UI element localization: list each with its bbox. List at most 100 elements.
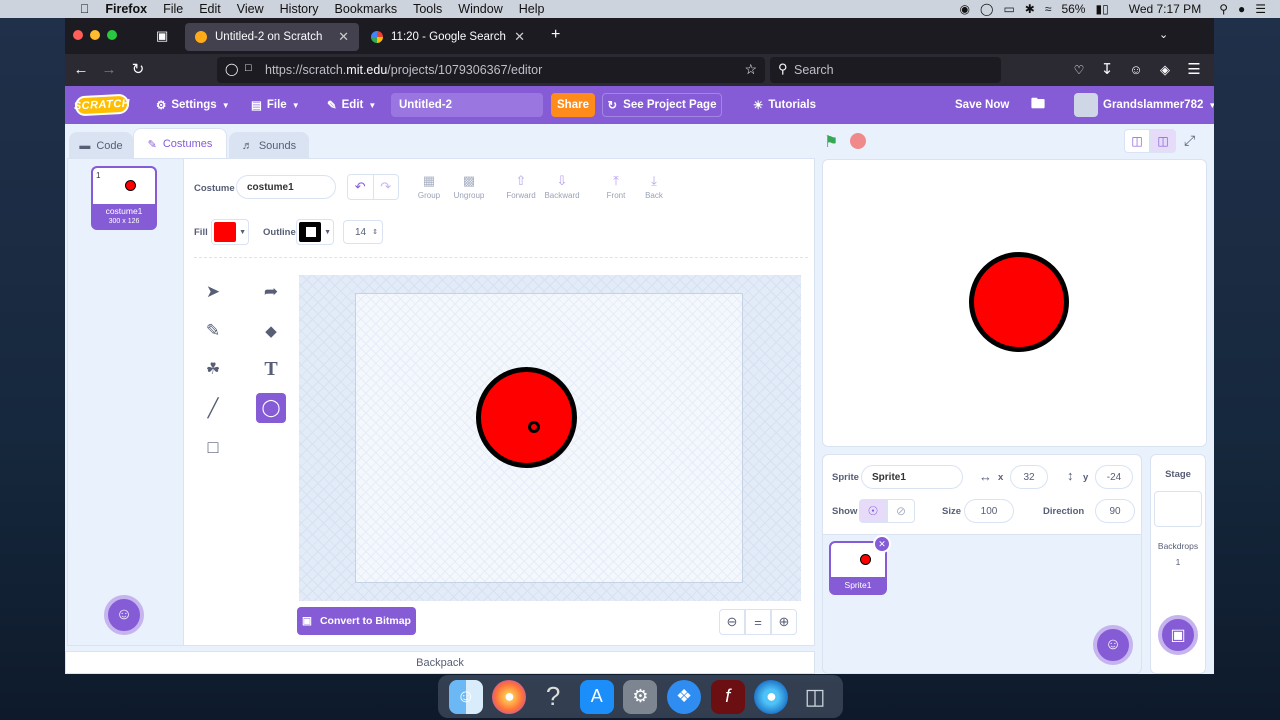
help-icon[interactable]: ?	[536, 680, 570, 714]
tab-code[interactable]: ▬ Code	[69, 132, 133, 158]
zoom-reset-button[interactable]: =	[745, 609, 771, 635]
edge-icon[interactable]: ●	[754, 679, 789, 714]
menu-history[interactable]: History	[272, 2, 327, 16]
outline-width-stepper[interactable]: 14 ⇕	[343, 220, 383, 244]
extensions-icon[interactable]: ◈	[1155, 60, 1175, 80]
small-stage-button[interactable]: ◫	[1124, 129, 1150, 153]
menu-edit[interactable]: Edit	[191, 2, 229, 16]
account-icon[interactable]: ☺	[1126, 60, 1146, 80]
clock[interactable]: Wed 7:17 PM	[1129, 2, 1201, 16]
reshape-tool[interactable]: ➦	[256, 277, 286, 307]
downloads-icon[interactable]: ↧	[1097, 60, 1117, 80]
project-title-input[interactable]: Untitled-2	[391, 93, 543, 117]
red-circle-shape[interactable]	[476, 367, 577, 468]
circle-tool[interactable]: ◯	[256, 393, 286, 423]
stop-sign-icon[interactable]	[850, 133, 866, 149]
line-tool[interactable]: ╱	[198, 393, 228, 423]
forward-button[interactable]: →	[99, 60, 119, 80]
share-button[interactable]: Share	[551, 93, 595, 117]
backward-button[interactable]: ⇩ Backward	[542, 173, 582, 200]
app-menu-icon[interactable]: ☰	[1184, 60, 1204, 80]
outline-color-picker[interactable]: ▼	[296, 219, 334, 245]
show-visible-button[interactable]: ☉	[859, 499, 887, 523]
lock-icon[interactable]: □	[245, 62, 252, 74]
app-menu[interactable]: Firefox	[97, 2, 155, 16]
close-tab-icon[interactable]: ✕	[514, 29, 525, 45]
new-tab-button[interactable]: +	[551, 26, 560, 44]
menu-bookmarks[interactable]: Bookmarks	[327, 2, 406, 16]
bookmark-star-icon[interactable]: ☆	[744, 61, 757, 78]
normal-stage-button[interactable]: ◫	[1150, 129, 1176, 153]
redo-icon[interactable]: ↷	[374, 175, 399, 199]
x-input[interactable]: 32	[1010, 465, 1048, 489]
eraser-tool[interactable]: ◆	[256, 316, 286, 346]
back-button[interactable]: ⤓ Back	[642, 173, 666, 200]
size-input[interactable]: 100	[964, 499, 1014, 523]
tab-costumes[interactable]: ✎ Costumes	[133, 128, 227, 159]
delete-sprite-icon[interactable]: ✕	[873, 535, 891, 553]
brush-tool[interactable]: ✎	[198, 316, 228, 346]
status-icon[interactable]: ◯	[980, 2, 993, 16]
minimize-window-button[interactable]	[90, 30, 100, 40]
convert-to-bitmap-button[interactable]: ▣ Convert to Bitmap	[297, 607, 416, 635]
close-tab-icon[interactable]: ✕	[338, 29, 349, 45]
shield-icon[interactable]: ◯	[225, 62, 238, 76]
zoom-out-button[interactable]: ⊖	[719, 609, 745, 635]
group-button[interactable]: ▦ Group	[416, 173, 442, 200]
undo-icon[interactable]: ↶	[348, 175, 374, 199]
screen-mirror-icon[interactable]: ▭	[1003, 2, 1014, 16]
file-menu[interactable]: ▤ File ▼	[251, 86, 300, 124]
safari-icon[interactable]: ❖	[667, 679, 702, 714]
ungroup-button[interactable]: ▩ Ungroup	[452, 173, 486, 200]
see-project-page-button[interactable]: ↻ See Project Page	[602, 93, 722, 117]
menu-view[interactable]: View	[229, 2, 272, 16]
account-menu[interactable]: Grandslammer782 ▼	[1074, 86, 1214, 124]
rectangle-tool[interactable]: □	[198, 432, 228, 462]
tab-google[interactable]: 11:20 - Google Search ✕	[361, 23, 535, 51]
stage-canvas[interactable]	[822, 159, 1207, 447]
pocket-icon[interactable]: ♡	[1069, 60, 1089, 80]
paint-canvas[interactable]	[355, 293, 743, 583]
apple-menu-icon[interactable]: 	[0, 2, 97, 16]
front-button[interactable]: ⤒ Front	[604, 173, 628, 200]
stage-selector[interactable]: Stage Backdrops 1 ▣	[1150, 454, 1206, 674]
direction-input[interactable]: 90	[1095, 499, 1135, 523]
search-bar[interactable]: ⚲ Search	[770, 57, 1001, 83]
menu-help[interactable]: Help	[511, 2, 553, 16]
choose-costume-button[interactable]: ☺	[104, 595, 144, 635]
control-center-icon[interactable]: ☰	[1255, 2, 1266, 16]
trash-icon[interactable]: ◫	[798, 680, 832, 714]
show-hidden-button[interactable]: ⊘	[887, 499, 915, 523]
fullscreen-icon[interactable]: ⤢	[1184, 132, 1195, 149]
my-stuff-folder-icon[interactable]: 🖿	[1031, 86, 1045, 124]
select-tool[interactable]: ➤	[198, 277, 228, 307]
menu-file[interactable]: File	[155, 2, 191, 16]
flash-icon[interactable]: f	[710, 679, 745, 714]
sprite-name-input[interactable]: Sprite1	[861, 465, 963, 489]
save-now-button[interactable]: Save Now	[955, 86, 1009, 124]
green-flag-icon[interactable]: ⚑	[824, 132, 838, 152]
zoom-window-button[interactable]	[107, 30, 117, 40]
list-tabs-icon[interactable]: ⌄	[1159, 28, 1168, 41]
choose-sprite-button[interactable]: ☺	[1093, 625, 1133, 665]
menu-window[interactable]: Window	[450, 2, 510, 16]
record-icon[interactable]: ◉	[960, 2, 970, 16]
zoom-in-button[interactable]: ⊕	[771, 609, 797, 635]
url-bar[interactable]: ◯ □ https://scratch. mit.edu/projects/107…	[217, 57, 765, 83]
forward-button[interactable]: ⇧ Forward	[504, 173, 538, 200]
tab-scratch[interactable]: Untitled-2 on Scratch ✕	[185, 23, 359, 51]
wifi-icon[interactable]: ≈	[1045, 2, 1052, 16]
backpack-bar[interactable]: Backpack	[65, 651, 815, 674]
back-button[interactable]: ←	[71, 60, 91, 80]
app-store-icon[interactable]: A	[579, 679, 614, 714]
firefox-icon[interactable]: ●	[492, 679, 527, 714]
bluetooth-icon[interactable]: ✱	[1025, 2, 1035, 16]
tutorials-button[interactable]: ☀ Tutorials	[753, 86, 816, 124]
edit-menu[interactable]: ✎ Edit ▼	[327, 86, 376, 124]
text-tool[interactable]: T	[256, 354, 286, 384]
fill-color-picker[interactable]: ▼	[211, 219, 249, 245]
settings-menu[interactable]: ⚙ Settings ▼	[156, 86, 230, 124]
battery-percent[interactable]: 56%	[1061, 2, 1085, 16]
reload-button[interactable]: ↻	[128, 60, 148, 80]
costume-tile[interactable]: 1 costume1 300 x 126	[91, 166, 157, 230]
